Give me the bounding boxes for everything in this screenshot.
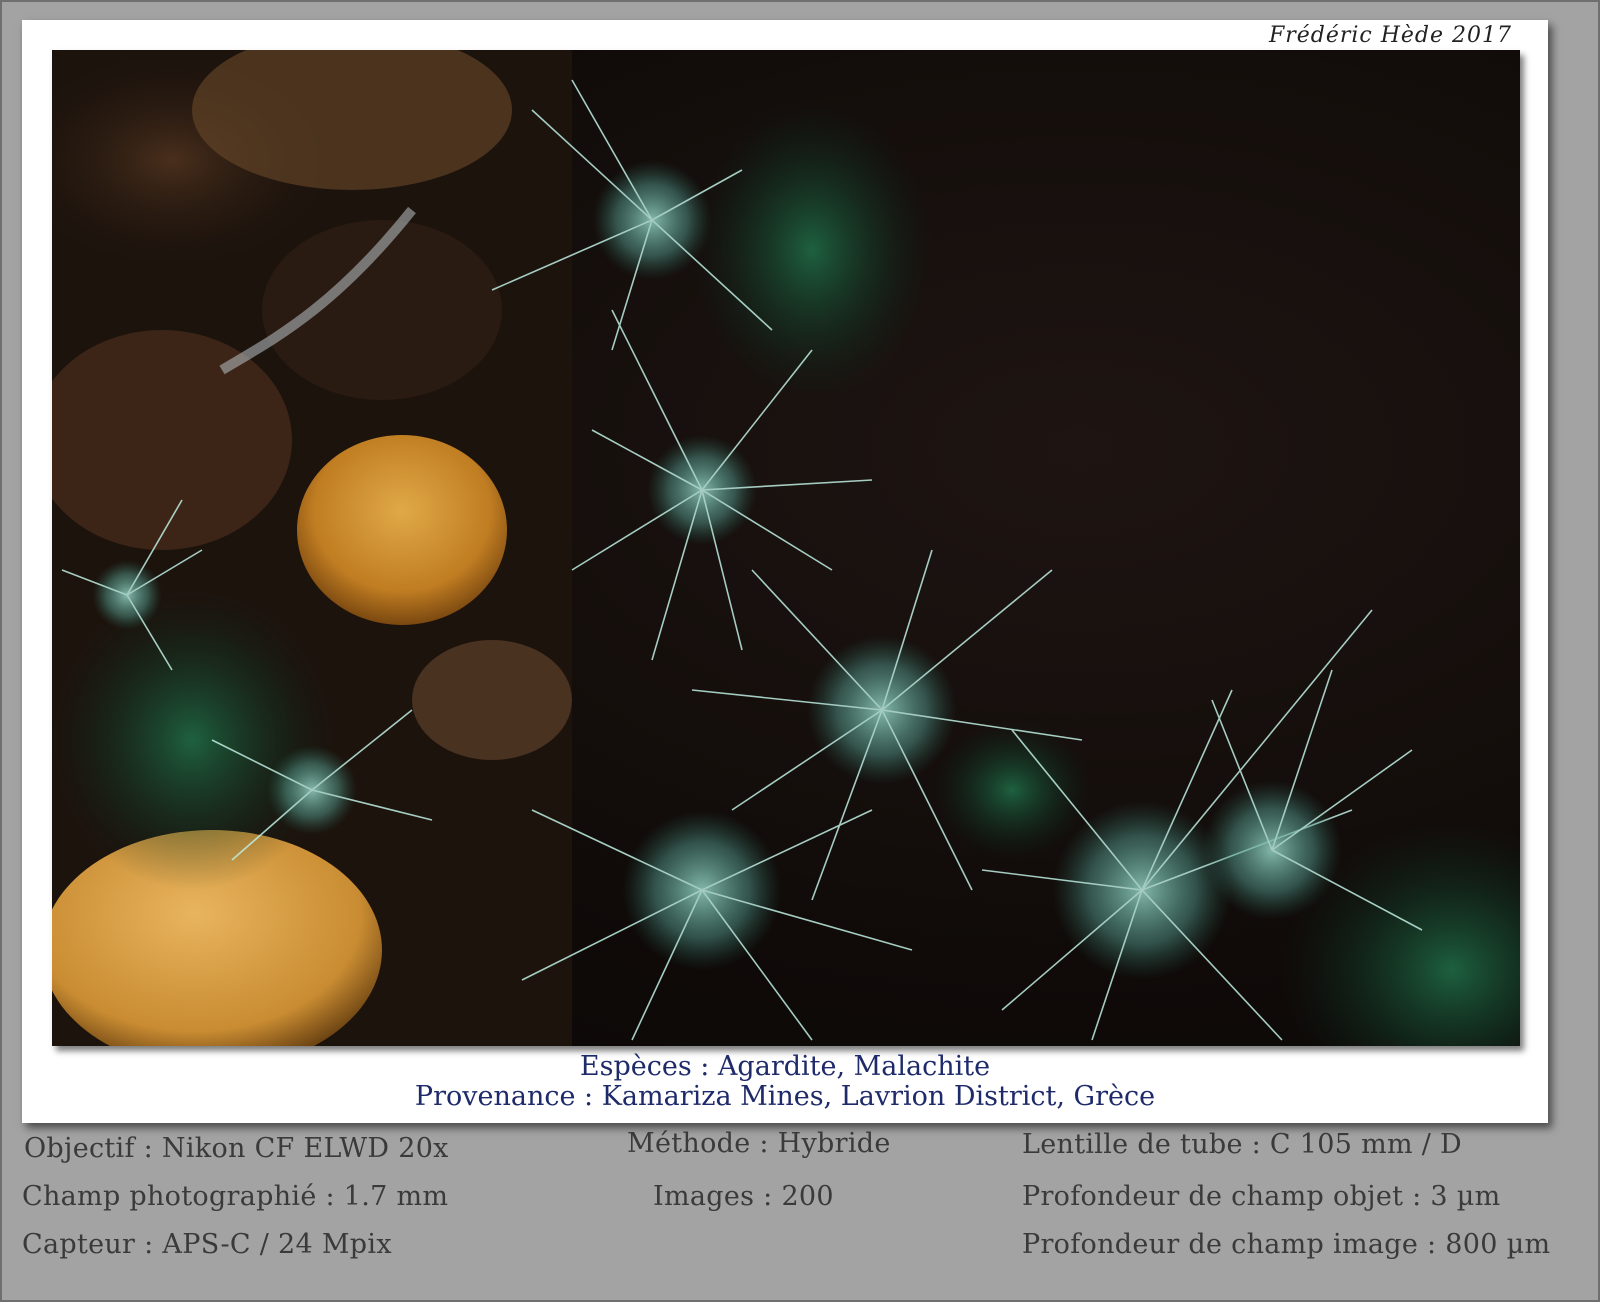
photographer-credit: Frédéric Hède 2017 (1268, 23, 1512, 48)
origin-caption: Provenance : Kamariza Mines, Lavrion Dis… (414, 1081, 1156, 1112)
objective-info: Objectif : Nikon CF ELWD 20x (24, 1133, 449, 1164)
mineral-photo-illustration (52, 50, 1520, 1046)
method-info: Méthode : Hybride (627, 1128, 891, 1159)
photo-card: Frédéric Hède 2017 Espèces: Agardite, M… (22, 20, 1548, 1123)
tuft-4 (521, 809, 913, 1041)
images-info: Images : 200 (653, 1181, 834, 1212)
species-caption: Espèces : Agardite, Malachite (579, 1051, 991, 1082)
tube-lens-info: Lentille de tube : C 105 mm / D (1022, 1129, 1462, 1160)
sensor-info: Capteur : APS-C / 24 Mpix (22, 1229, 392, 1260)
field-info: Champ photographié : 1.7 mm (22, 1181, 449, 1212)
image-dof-info: Profondeur de champ image : 800 µm (1022, 1229, 1551, 1260)
object-dof-info: Profondeur de champ objet : 3 µm (1022, 1181, 1501, 1212)
mineral-photo (52, 50, 1520, 1046)
